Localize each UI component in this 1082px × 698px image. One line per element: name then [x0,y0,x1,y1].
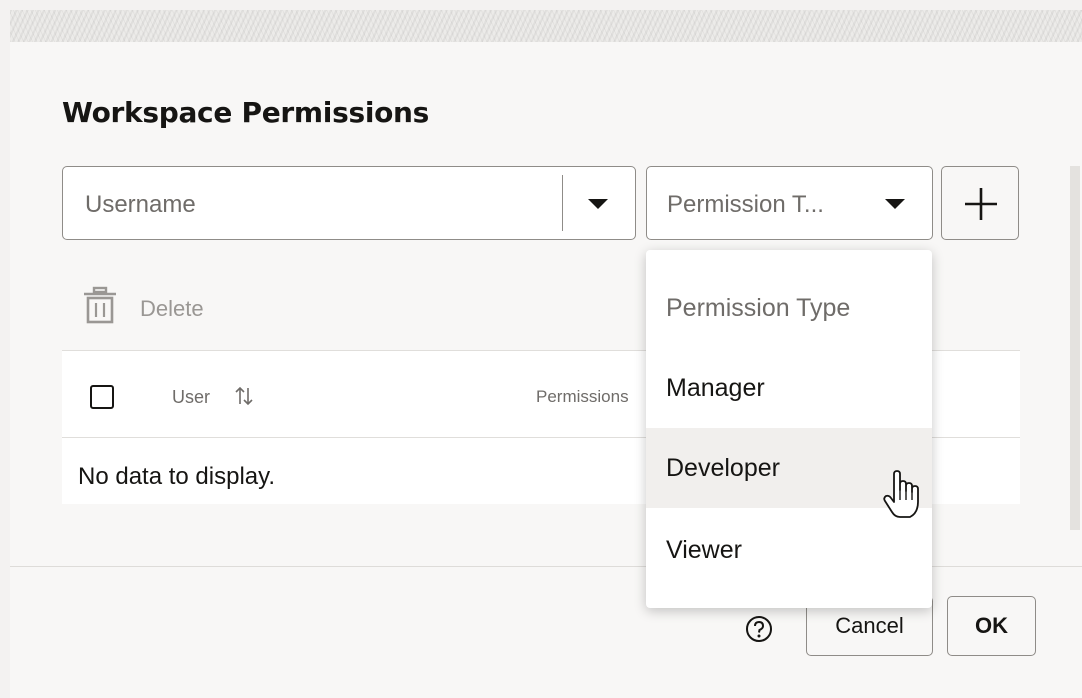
empty-message: No data to display. [78,463,276,490]
background-texture [10,10,1082,42]
dialog-title: Workspace Permissions [62,96,430,129]
username-placeholder: Username [85,191,196,218]
trash-icon [84,286,116,324]
dropdown-placeholder-option[interactable]: Permission Type [646,268,932,348]
scrollbar[interactable] [1070,166,1080,530]
caret-down-icon[interactable] [885,199,905,209]
hand-pointer-icon [883,470,919,518]
plus-icon [965,188,997,220]
select-all-checkbox[interactable] [90,385,114,409]
combo-divider [562,175,563,231]
ok-button[interactable]: OK [947,596,1036,656]
column-header-permissions[interactable]: Permissions [536,387,629,407]
dropdown-option-viewer[interactable]: Viewer [646,510,932,590]
caret-down-icon[interactable] [588,199,608,209]
column-header-user[interactable]: User [172,387,210,408]
permission-type-select[interactable]: Permission T... [646,166,933,240]
sort-icon[interactable] [234,385,254,407]
permission-type-placeholder: Permission T... [667,191,824,218]
permission-type-dropdown: Permission Type Manager Developer Viewer [646,250,932,608]
help-circle-icon[interactable] [744,614,774,644]
add-permission-button[interactable] [941,166,1019,240]
delete-label: Delete [140,296,204,321]
username-combobox[interactable]: Username [62,166,636,240]
dropdown-option-manager[interactable]: Manager [646,348,932,428]
